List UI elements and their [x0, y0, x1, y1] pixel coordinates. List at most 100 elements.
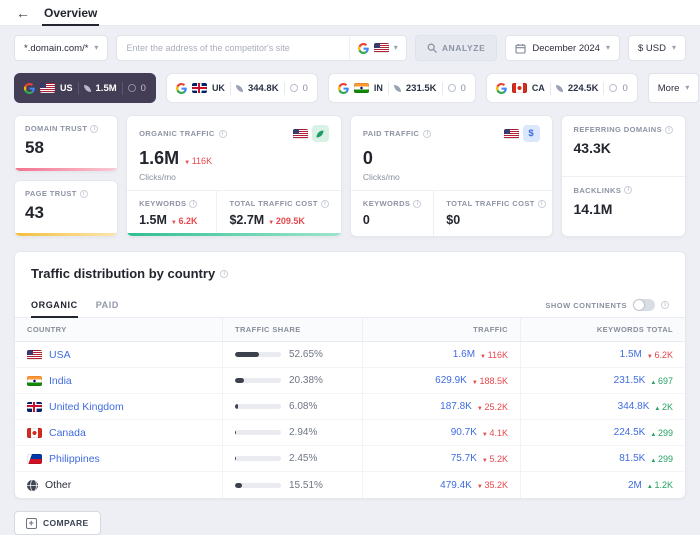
keywords-value[interactable]: 2M	[628, 480, 642, 491]
keywords-value[interactable]: 81.5K	[619, 453, 645, 464]
currency-value: $ USD	[638, 43, 666, 54]
country-link[interactable]: India	[49, 375, 72, 387]
country-tab-ca[interactable]: CA 224.5K 0	[486, 73, 638, 103]
country-tab-uk[interactable]: UK 344.8K 0	[166, 73, 318, 103]
keywords-value[interactable]: 1.5M	[620, 349, 642, 360]
organic-cost-value: $2.7M	[229, 213, 264, 227]
paid-traffic-value: 0	[622, 83, 627, 94]
show-continents-toggle[interactable]	[633, 299, 655, 311]
paid-keywords-value: 0	[363, 213, 370, 227]
share-bar	[235, 456, 281, 461]
country-tab-us[interactable]: US 1.5M 0	[14, 73, 156, 103]
page-trust-value: 43	[25, 203, 107, 223]
traffic-value[interactable]: 479.4K	[440, 480, 472, 491]
referring-domains-value: 43.3K	[574, 140, 673, 156]
table-row: India 20.38% 629.9K 188.5K 231.5K 697	[15, 368, 685, 394]
traffic-value[interactable]: 1.6M	[453, 349, 475, 360]
divider	[603, 82, 604, 95]
canada-flag-icon	[27, 428, 42, 438]
info-icon	[80, 190, 88, 198]
metric-cards: DOMAIN TRUST 58 PAGE TRUST 43 ORGANIC TR…	[0, 103, 700, 237]
card-label: TOTAL TRAFFIC COST	[229, 199, 317, 208]
google-icon	[496, 83, 507, 94]
analyze-label: ANALYZE	[442, 43, 486, 53]
country-link[interactable]: USA	[49, 349, 71, 361]
us-flag-icon	[504, 129, 519, 139]
unit-label: Clicks/mo	[363, 172, 540, 182]
keywords-delta: 697	[650, 376, 673, 386]
share-value: 2.45%	[289, 453, 317, 464]
back-arrow-icon	[16, 5, 30, 21]
paid-traffic-value: 0	[363, 148, 373, 169]
us-flag-icon	[293, 129, 308, 139]
keywords-value[interactable]: 224.5K	[614, 427, 646, 438]
paid-traffic-card: PAID TRAFFIC 0 Clicks/mo KEYWORDS 0 TOTA…	[350, 115, 553, 237]
chevron-down-icon	[672, 44, 676, 52]
google-icon	[176, 83, 187, 94]
us-flag-icon	[27, 350, 42, 360]
organic-traffic-value: 231.5K	[406, 83, 437, 94]
traffic-value[interactable]: 629.9K	[435, 375, 467, 386]
column-header: COUNTRY	[15, 318, 223, 341]
card-label: ORGANIC TRAFFIC	[139, 129, 215, 138]
paid-traffic-icon	[290, 84, 298, 92]
traffic-value[interactable]: 90.7K	[451, 427, 477, 438]
divider	[78, 82, 79, 95]
column-header: TRAFFIC	[363, 318, 521, 341]
tab-paid[interactable]: PAID	[96, 293, 119, 318]
traffic-value[interactable]: 187.8K	[440, 401, 472, 412]
keywords-delta: 1.2K	[647, 480, 673, 490]
tab-organic[interactable]: ORGANIC	[31, 293, 78, 318]
share-value: 15.51%	[289, 480, 323, 491]
info-icon	[624, 186, 632, 194]
share-bar	[235, 430, 281, 435]
us-flag-icon	[374, 43, 389, 53]
share-value: 6.08%	[289, 401, 317, 412]
keywords-value[interactable]: 344.8K	[618, 401, 650, 412]
competitor-url-input[interactable]	[117, 36, 348, 60]
country-code: CA	[532, 83, 545, 93]
column-header: KEYWORDS TOTAL	[521, 318, 685, 341]
info-icon	[189, 200, 197, 208]
backlinks-value: 14.1M	[574, 201, 673, 217]
divider	[122, 82, 123, 95]
traffic-delta: 188.5K	[472, 376, 508, 386]
traffic-value[interactable]: 75.7K	[451, 453, 477, 464]
info-icon	[220, 270, 228, 278]
paid-traffic-value: 0	[461, 83, 466, 94]
traffic-delta: 35.2K	[477, 480, 508, 490]
uk-flag-icon	[192, 83, 207, 93]
country-link[interactable]: United Kingdom	[49, 401, 124, 413]
share-value: 20.38%	[289, 375, 323, 386]
traffic-delta: 4.1K	[482, 428, 508, 438]
country-link[interactable]: Canada	[49, 427, 86, 439]
chevron-down-icon	[394, 44, 398, 52]
domain-scope-select[interactable]: *.domain.com/*	[14, 35, 108, 61]
organic-traffic-value: 224.5K	[568, 83, 599, 94]
divider	[230, 82, 231, 95]
competitor-search	[116, 35, 406, 61]
chevron-down-icon	[685, 84, 689, 92]
keywords-delta: 299	[650, 454, 673, 464]
search-engine-select[interactable]	[349, 36, 406, 60]
share-bar	[235, 404, 281, 409]
compare-button[interactable]: COMPARE	[14, 511, 101, 535]
currency-select[interactable]: $ USD	[628, 35, 686, 61]
country-link[interactable]: Philippines	[49, 453, 100, 465]
organic-traffic-icon	[556, 85, 563, 92]
organic-cost-delta: 209.5K	[268, 216, 305, 226]
share-bar	[235, 483, 281, 488]
analyze-button[interactable]: ANALYZE	[415, 35, 498, 61]
keywords-value[interactable]: 231.5K	[614, 375, 646, 386]
compare-label: COMPARE	[43, 518, 89, 528]
paid-traffic-icon	[128, 84, 136, 92]
info-icon	[661, 301, 669, 309]
country-tab-in[interactable]: IN 231.5K 0	[328, 73, 476, 103]
paid-badge-icon	[523, 125, 540, 142]
calendar-icon	[515, 43, 526, 54]
more-countries-select[interactable]: More	[648, 73, 700, 103]
paid-traffic-value: 0	[141, 83, 146, 94]
back-button[interactable]	[16, 6, 30, 20]
date-picker[interactable]: December 2024	[505, 35, 620, 61]
card-label: DOMAIN TRUST	[25, 124, 87, 133]
